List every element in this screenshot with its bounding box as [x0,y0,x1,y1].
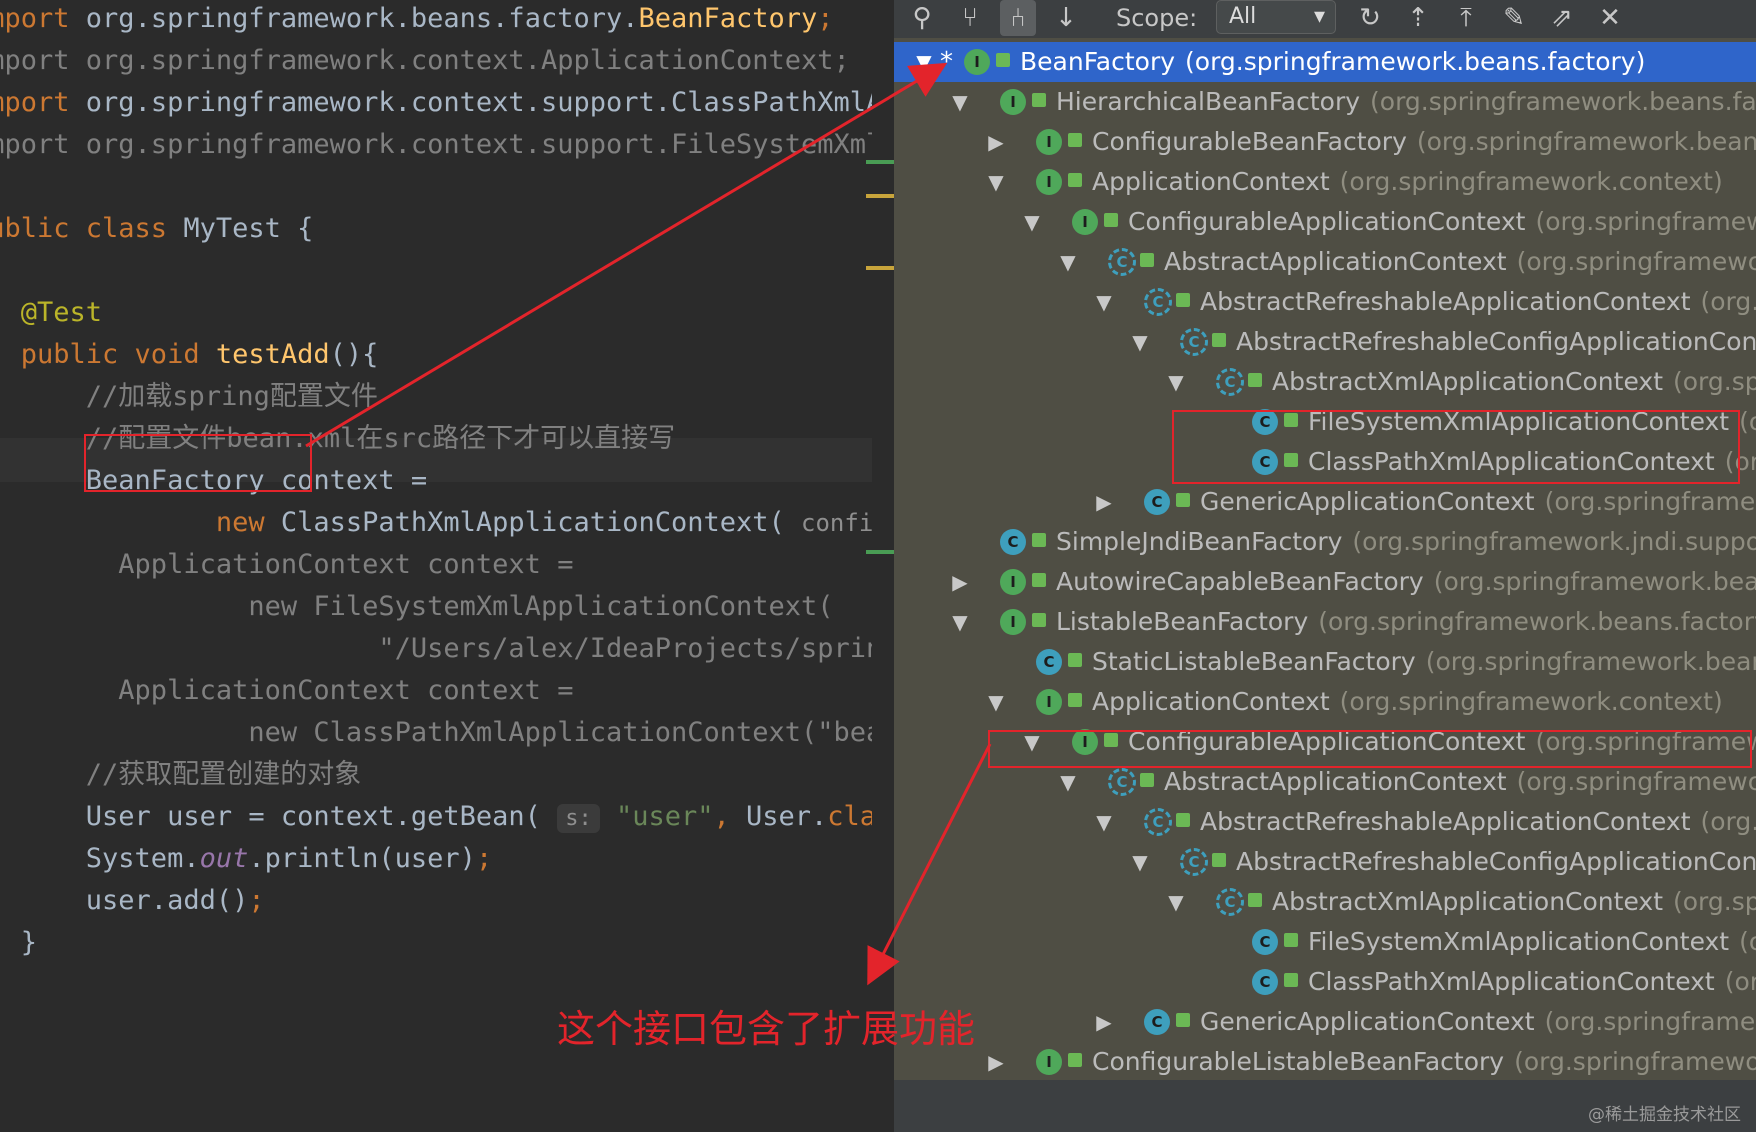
annotation-arrows [305,62,992,986]
annotation-text: 这个接口包含了扩展功能 [557,1007,976,1051]
arrow-to-annotation [867,743,992,986]
watermark: @稀土掘金技术社区 [1588,1105,1741,1125]
arrow-to-beanfactory [305,62,948,448]
